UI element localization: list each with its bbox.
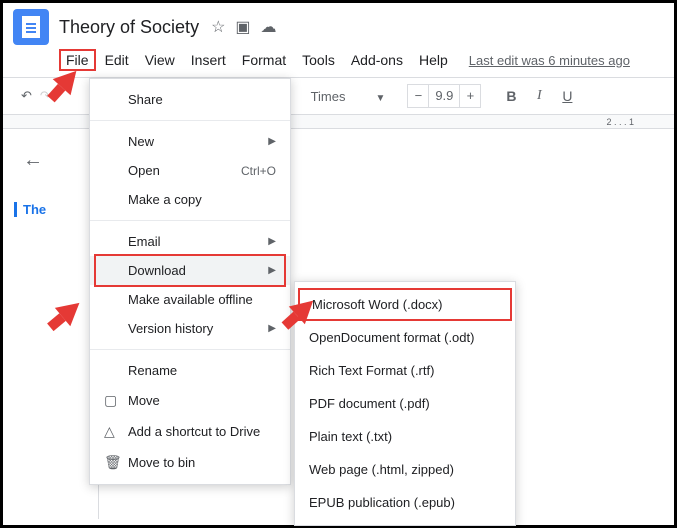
separator — [90, 220, 290, 221]
font-size-value[interactable]: 9.9 — [428, 85, 460, 107]
header: Theory of Society ☆ ▣ ☁ — [3, 3, 674, 45]
shortcut-label: Ctrl+O — [241, 164, 276, 178]
menu-add-shortcut[interactable]: △Add a shortcut to Drive — [90, 416, 290, 447]
menu-view[interactable]: View — [138, 49, 182, 71]
menu-rename[interactable]: Rename — [90, 356, 290, 385]
folder-move-icon: ▢ — [104, 392, 128, 409]
font-size-box: − 9.9 + — [407, 84, 481, 108]
outline-panel: ← The — [3, 129, 88, 519]
separator — [90, 120, 290, 121]
menu-format[interactable]: Format — [235, 49, 293, 71]
download-html[interactable]: Web page (.html, zipped) — [295, 453, 515, 486]
move-icon[interactable]: ▣ — [235, 17, 250, 37]
document-title-row: Theory of Society ☆ ▣ ☁ — [59, 17, 664, 38]
font-size-decrease[interactable]: − — [408, 85, 428, 107]
download-odt[interactable]: OpenDocument format (.odt) — [295, 321, 515, 354]
document-title[interactable]: Theory of Society — [59, 17, 199, 38]
underline-button[interactable]: U — [557, 88, 577, 104]
chevron-right-icon: ▶ — [268, 236, 276, 247]
font-size-increase[interactable]: + — [460, 85, 480, 107]
menu-tools[interactable]: Tools — [295, 49, 342, 71]
download-rtf[interactable]: Rich Text Format (.rtf) — [295, 354, 515, 387]
bold-button[interactable]: B — [501, 88, 521, 104]
undo-icon[interactable]: ↶ — [21, 88, 32, 104]
last-edit-link[interactable]: Last edit was 6 minutes ago — [469, 53, 630, 68]
italic-button[interactable]: I — [529, 88, 549, 104]
menu-addons[interactable]: Add-ons — [344, 49, 410, 71]
download-epub[interactable]: EPUB publication (.epub) — [295, 486, 515, 519]
separator — [90, 349, 290, 350]
chevron-right-icon: ▶ — [268, 265, 276, 276]
star-icon[interactable]: ☆ — [211, 17, 225, 37]
drive-shortcut-icon: △ — [104, 423, 128, 440]
google-docs-app: Theory of Society ☆ ▣ ☁ File Edit View I… — [3, 3, 674, 525]
menu-open[interactable]: OpenCtrl+O — [90, 156, 290, 185]
menubar: File Edit View Insert Format Tools Add-o… — [3, 45, 674, 77]
menu-move-to-bin[interactable]: 🗑Move to bin — [90, 447, 290, 478]
download-submenu: Microsoft Word (.docx) OpenDocument form… — [294, 281, 516, 526]
ruler-marks: 2 . . . 1 — [606, 117, 634, 127]
trash-icon: 🗑 — [104, 454, 128, 471]
chevron-right-icon: ▶ — [268, 136, 276, 147]
menu-make-copy[interactable]: Make a copy — [90, 185, 290, 214]
chevron-right-icon: ▶ — [268, 323, 276, 334]
title-icons: ☆ ▣ ☁ — [211, 17, 276, 37]
menu-make-offline[interactable]: Make available offline — [90, 285, 290, 314]
download-docx[interactable]: Microsoft Word (.docx) — [298, 288, 512, 321]
cloud-icon[interactable]: ☁ — [261, 17, 277, 37]
menu-download[interactable]: Download▶ — [90, 256, 290, 285]
menu-share[interactable]: Share — [90, 85, 290, 114]
title-area: Theory of Society ☆ ▣ ☁ — [59, 17, 664, 38]
download-pdf[interactable]: PDF document (.pdf) — [295, 387, 515, 420]
menu-insert[interactable]: Insert — [184, 49, 233, 71]
menu-new[interactable]: New▶ — [90, 127, 290, 156]
file-menu-dropdown: Share New▶ OpenCtrl+O Make a copy Email▶… — [89, 78, 291, 485]
font-select[interactable]: Times▼ — [311, 89, 386, 104]
download-txt[interactable]: Plain text (.txt) — [295, 420, 515, 453]
outline-back-icon[interactable]: ← — [23, 149, 88, 172]
docs-logo-icon[interactable] — [13, 9, 49, 45]
menu-move[interactable]: ▢Move — [90, 385, 290, 416]
menu-help[interactable]: Help — [412, 49, 455, 71]
outline-heading[interactable]: The — [14, 202, 88, 217]
menu-edit[interactable]: Edit — [98, 49, 136, 71]
menu-email[interactable]: Email▶ — [90, 227, 290, 256]
menu-version-history[interactable]: Version history▶ — [90, 314, 290, 343]
